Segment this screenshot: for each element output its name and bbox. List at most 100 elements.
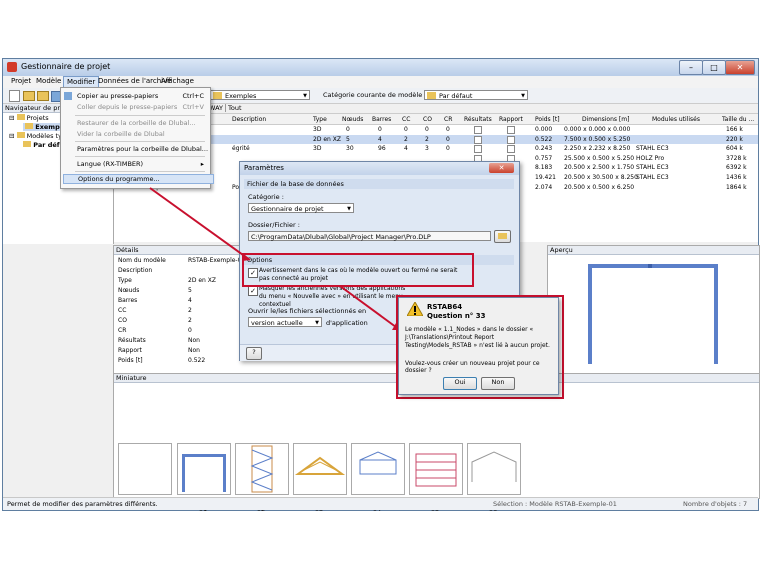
table-cell-weight: 0.243 — [535, 145, 553, 153]
report-checkbox[interactable] — [507, 126, 515, 134]
folder-path-field[interactable]: C:\ProgramData\Dlubal\Global\Project Man… — [248, 231, 491, 241]
col-type[interactable]: Type — [313, 116, 327, 123]
table-cell-size: 166 k — [726, 126, 743, 133]
folder-icon — [25, 123, 33, 129]
hall-thumbnail — [415, 453, 457, 487]
tree-item-modeles-type[interactable]: ⊟ Modèles typ — [9, 132, 66, 140]
help-icon: ? — [252, 348, 256, 356]
question-dialog: RSTAB64 Question n° 33 Le modèle « 1.1_N… — [398, 297, 559, 395]
col-cr[interactable]: CR — [444, 116, 452, 123]
thumbnail-6546[interactable] — [118, 443, 172, 495]
category-dropdown[interactable]: Gestionnaire de projet ▼ — [248, 203, 354, 213]
col-taille[interactable]: Taille du ... — [722, 116, 754, 123]
open-folder-icon[interactable] — [23, 91, 35, 101]
table-cell-weight: 0.757 — [535, 154, 553, 162]
table-cell-bars: 4 — [378, 135, 382, 143]
table-cell-dims: 20.500 x 0.500 x 6.250 — [564, 183, 635, 191]
tab-tout[interactable]: Tout — [225, 104, 244, 112]
folder-icon[interactable] — [37, 91, 49, 101]
menu-affichage[interactable]: Affichage — [161, 77, 194, 85]
tree-label: Projets — [26, 114, 49, 122]
col-co[interactable]: CO — [423, 116, 432, 123]
modifier-menu: Copier au presse-papiers Ctrl+C Coller d… — [60, 87, 214, 189]
table-cell-size: 220 k — [726, 135, 743, 143]
category-select[interactable]: Par défaut ▼ — [424, 90, 528, 100]
table-cell-cr: 0 — [446, 145, 450, 153]
details-key: CO — [118, 317, 127, 324]
help-button[interactable]: ? — [246, 347, 262, 360]
table-cell-nodes: 5 — [346, 135, 350, 143]
open-version-dropdown[interactable]: version actuelle ▼ — [248, 317, 322, 327]
table-cell-size: 3728 k — [726, 154, 747, 162]
menu-modele[interactable]: Modèle — [36, 77, 61, 85]
tree-item-projets[interactable]: ⊟ Projets — [9, 114, 49, 122]
folder-icon — [16, 114, 25, 120]
col-resultats[interactable]: Résultats — [464, 116, 492, 123]
annotation-box-options — [242, 253, 474, 287]
report-checkbox[interactable] — [507, 145, 515, 154]
browse-folder-button[interactable] — [494, 230, 511, 243]
table-cell-dims: 7.500 x 0.500 x 5.250 — [564, 135, 631, 143]
col-rapport[interactable]: Rapport — [499, 116, 523, 123]
menu-restaurer[interactable]: Restaurer de la corbeille de Dlubal... — [77, 119, 196, 127]
shortcut-copier: Ctrl+C — [182, 92, 204, 100]
no-button[interactable]: Non — [481, 377, 515, 390]
menu-projet[interactable]: Projet — [11, 77, 31, 85]
tree-item-par-defaut[interactable]: Par défa — [23, 141, 64, 149]
menu-coller[interactable]: Coller depuis le presse-papiers — [77, 103, 177, 111]
shortcut-coller: Ctrl+V — [182, 103, 204, 111]
minimize-button[interactable]: – — [679, 60, 703, 75]
open-files-label: Ouvrir le/les fichiers sélectionnés en — [248, 307, 367, 315]
tab-way[interactable]: WAY — [209, 104, 223, 112]
question-message: Le modèle « 1.1_Nodes » dans le dossier … — [405, 326, 550, 349]
menu-separator — [75, 141, 205, 142]
folder-label: Dossier/Fichier : — [248, 221, 300, 229]
thumbnail-rstab-03[interactable] — [293, 443, 347, 495]
checkbox-masquer[interactable]: ✓ — [248, 286, 258, 296]
maximize-button[interactable]: □ — [702, 60, 726, 75]
table-cell-dims: 0.000 x 0.000 x 0.000 — [564, 126, 631, 133]
question-title: Question n° 33 — [427, 312, 486, 320]
table-cell-weight: 8.183 — [535, 164, 553, 172]
col-barres[interactable]: Barres — [372, 116, 391, 123]
close-button[interactable]: ✕ — [725, 60, 755, 75]
thumbnail-rstab-04[interactable] — [351, 443, 405, 495]
option-masquer-label: Masquer les anciennes versions des appli… — [259, 285, 406, 308]
table-cell-cc: 0 — [404, 126, 408, 133]
yes-button[interactable]: Oui — [443, 377, 477, 390]
col-modules[interactable]: Modules utilisés — [652, 116, 700, 123]
details-value: 5 — [188, 287, 192, 294]
col-dimensions[interactable]: Dimensions [m] — [582, 116, 629, 123]
table-cell-size: 1864 k — [726, 183, 747, 191]
thumbnail-rstab-01[interactable] — [177, 443, 231, 495]
menu-separator — [75, 156, 205, 157]
menu-vider[interactable]: Vider la corbeille de Dlubal — [77, 130, 165, 138]
dialog-close-button[interactable]: ✕ — [489, 163, 514, 173]
open-suffix-label: d'application — [326, 319, 368, 327]
thumbnail-rstab-02[interactable] — [235, 443, 289, 495]
new-file-icon[interactable] — [9, 90, 20, 102]
report-checkbox[interactable] — [507, 135, 515, 144]
result-checkbox[interactable] — [474, 145, 482, 154]
table-cell-cr: 0 — [446, 126, 450, 133]
result-checkbox[interactable] — [474, 135, 482, 144]
col-description[interactable]: Description — [232, 116, 266, 123]
project-select[interactable]: Exemples ▼ — [210, 90, 310, 100]
thumbnail-rstab-06[interactable] — [467, 443, 521, 495]
details-value: 0 — [188, 327, 192, 334]
col-poids[interactable]: Poids [t] — [535, 116, 560, 123]
table-cell-co: 0 — [425, 126, 429, 133]
thumbnail-rstab-05[interactable] — [409, 443, 463, 495]
col-cc[interactable]: CC — [402, 116, 410, 123]
menu-langue[interactable]: Langue (RX-TIMBER) — [77, 160, 143, 168]
col-noeuds[interactable]: Nœuds — [342, 116, 363, 123]
chevron-down-icon: ▼ — [521, 93, 525, 99]
details-value: 2 — [188, 317, 192, 324]
details-value: 2D en XZ — [188, 277, 216, 284]
details-value: 2 — [188, 307, 192, 314]
menu-copier[interactable]: Copier au presse-papiers — [77, 92, 158, 100]
menu-parametres-corbeille[interactable]: Paramètres pour la corbeille de Dlubal..… — [77, 145, 208, 153]
status-count: Nombre d'objets : 7 — [683, 500, 748, 508]
menu-options-programme[interactable]: Options du programme... — [63, 174, 214, 184]
result-checkbox[interactable] — [474, 126, 482, 134]
